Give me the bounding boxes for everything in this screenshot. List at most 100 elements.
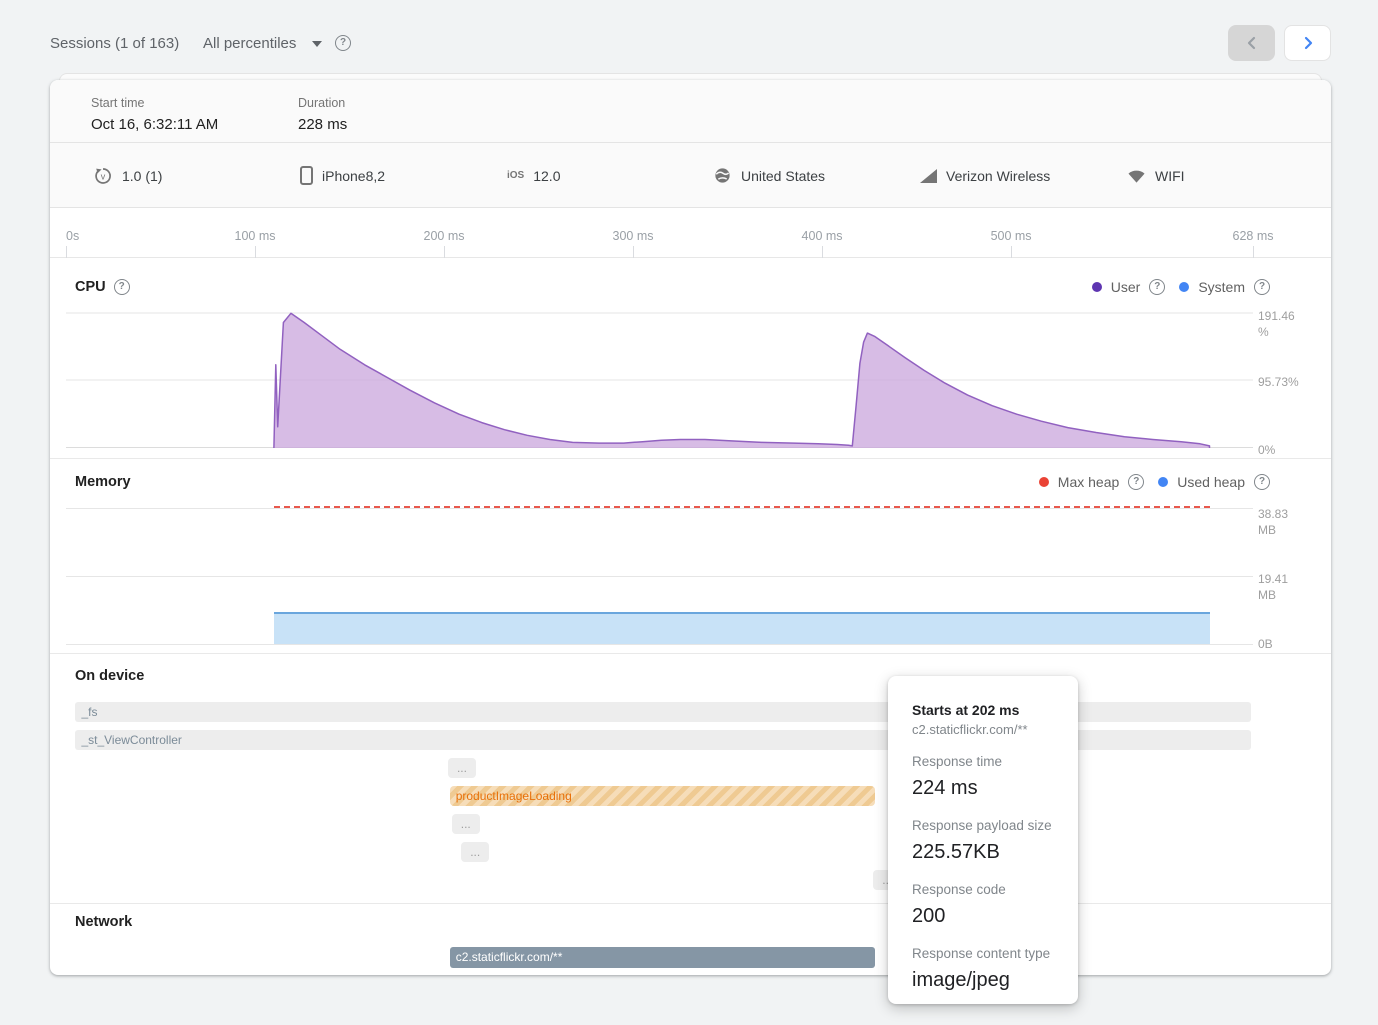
legend-used-heap: Used heap ? xyxy=(1158,474,1270,490)
carrier-icon xyxy=(920,169,937,183)
timeline-tick-mark xyxy=(66,246,67,258)
user-legend-label: User xyxy=(1111,279,1141,295)
trace-lane-row: _st_ViewController xyxy=(50,730,1331,750)
timeline-tick-label: 400 ms xyxy=(802,229,843,243)
max-heap-help-icon[interactable]: ? xyxy=(1128,474,1144,490)
help-icon[interactable]: ? xyxy=(335,35,351,51)
app-version-icon: v xyxy=(93,166,113,186)
os-version-label: 12.0 xyxy=(533,168,560,184)
trace-lane-row: productImageLoading xyxy=(50,786,1331,806)
legend-user: User ? xyxy=(1092,279,1166,295)
network-lane: c2.staticflickr.com/** xyxy=(50,947,1331,968)
collapsed-trace-chip[interactable]: ... xyxy=(448,758,476,778)
radio-icon xyxy=(1127,167,1146,184)
memory-axis-max-label: 38.83 MB xyxy=(1258,506,1288,538)
os-version-item: iOS 12.0 xyxy=(507,143,560,208)
trace-lane-row: ... xyxy=(50,814,1331,834)
system-help-icon[interactable]: ? xyxy=(1254,279,1270,295)
collapsed-trace-chip[interactable]: ... xyxy=(461,842,489,862)
cpu-axis-zero-label: 0% xyxy=(1258,442,1275,458)
duration-value: 228 ms xyxy=(298,116,347,133)
response-time-value: 224 ms xyxy=(912,775,1058,801)
carrier-item: Verizon Wireless xyxy=(920,143,1050,208)
country-item: United States xyxy=(713,143,825,208)
system-legend-dot xyxy=(1179,282,1189,292)
radio-label: WIFI xyxy=(1155,168,1185,184)
chevron-left-icon xyxy=(1245,36,1259,50)
country-label: United States xyxy=(741,168,825,184)
network-section: Network c2.staticflickr.com/** xyxy=(50,903,1331,975)
max-heap-line[interactable] xyxy=(274,506,1210,508)
response-code-value: 200 xyxy=(912,903,1058,929)
cpu-help-icon[interactable]: ? xyxy=(114,279,130,295)
legend-system: System ? xyxy=(1179,279,1270,295)
start-time-label: Start time xyxy=(91,96,218,110)
timeline-tick-label: 500 ms xyxy=(991,229,1032,243)
app-version-item: v 1.0 (1) xyxy=(93,143,162,208)
percentiles-label: All percentiles xyxy=(203,35,296,52)
timeline-tick-mark xyxy=(1253,246,1254,258)
timeline-tick-label: 628 ms xyxy=(1233,229,1274,243)
svg-text:v: v xyxy=(101,171,106,181)
os-version-icon: iOS xyxy=(507,170,524,181)
start-time-value: Oct 16, 6:32:11 AM xyxy=(91,116,218,133)
timeline-tick-label: 300 ms xyxy=(613,229,654,243)
chevron-right-icon xyxy=(1301,36,1315,50)
legend-max-heap: Max heap ? xyxy=(1039,474,1144,490)
next-session-button[interactable] xyxy=(1284,25,1331,61)
device-attributes-row: v 1.0 (1) iPhone8,2 iOS 12.0 United Stat… xyxy=(50,143,1331,208)
previous-session-button[interactable] xyxy=(1228,25,1275,61)
memory-gridline-zero xyxy=(66,644,1253,645)
max-heap-legend-dot xyxy=(1039,477,1049,487)
memory-axis-zero-label: 0B xyxy=(1258,636,1273,652)
percentiles-dropdown[interactable]: All percentiles xyxy=(203,35,322,52)
on-device-lanes: _fs_st_ViewController...productImageLoad… xyxy=(50,702,1331,898)
device-model-icon xyxy=(300,166,313,185)
tooltip-url: c2.staticflickr.com/** xyxy=(912,722,1058,737)
cpu-title-text: CPU xyxy=(75,279,106,295)
trace-bar[interactable]: productImageLoading xyxy=(450,786,875,806)
max-heap-legend-label: Max heap xyxy=(1058,474,1119,490)
radio-item: WIFI xyxy=(1127,143,1185,208)
timeline-tick-label: 200 ms xyxy=(424,229,465,243)
user-help-icon[interactable]: ? xyxy=(1149,279,1165,295)
cpu-section: CPU ? User ? System ? 191.46 % 95.73% 0% xyxy=(50,258,1331,458)
request-tooltip: Starts at 202 ms c2.staticflickr.com/** … xyxy=(888,676,1078,1004)
used-heap-legend-dot xyxy=(1158,477,1168,487)
user-legend-dot xyxy=(1092,282,1102,292)
cpu-axis-max-label: 191.46 % xyxy=(1258,308,1295,340)
cpu-section-title: CPU ? xyxy=(75,279,130,295)
memory-legend: Max heap ? Used heap ? xyxy=(1039,474,1270,490)
timeline-tick-mark xyxy=(822,246,823,258)
response-time-label: Response time xyxy=(912,753,1058,771)
used-heap-help-icon[interactable]: ? xyxy=(1254,474,1270,490)
response-code-label: Response code xyxy=(912,881,1058,899)
collapsed-trace-chip[interactable]: ... xyxy=(452,814,480,834)
session-header: Start time Oct 16, 6:32:11 AM Duration 2… xyxy=(50,80,1331,143)
trace-lane-row: ... xyxy=(50,842,1331,862)
timeline-tick-mark xyxy=(444,246,445,258)
used-heap-area[interactable] xyxy=(274,612,1210,644)
network-section-title: Network xyxy=(75,914,132,930)
cpu-chart[interactable] xyxy=(66,305,1253,448)
memory-section: Memory Max heap ? Used heap ? 38.83 MB 1… xyxy=(50,458,1331,653)
memory-axis-mid-label: 19.41 MB xyxy=(1258,571,1288,603)
sessions-count-label: Sessions (1 of 163) xyxy=(50,35,179,52)
timeline-tick-mark xyxy=(1011,246,1012,258)
app-version-label: 1.0 (1) xyxy=(122,168,162,184)
toolbar: Sessions (1 of 163) All percentiles ? xyxy=(0,0,1378,70)
network-request-bar[interactable]: c2.staticflickr.com/** xyxy=(450,947,875,968)
used-heap-legend-label: Used heap xyxy=(1177,474,1245,490)
trace-lane-row: ... xyxy=(50,870,1331,890)
memory-gridline-max xyxy=(66,508,1253,509)
carrier-label: Verizon Wireless xyxy=(946,168,1050,184)
response-payload-label: Response payload size xyxy=(912,817,1058,835)
cpu-legend: User ? System ? xyxy=(1092,279,1270,295)
timeline-tick-mark xyxy=(633,246,634,258)
timeline-tick-mark xyxy=(255,246,256,258)
chevron-down-icon xyxy=(312,41,322,47)
timeline-tick-label: 0s xyxy=(66,229,79,243)
device-model-item: iPhone8,2 xyxy=(300,143,385,208)
session-card: Start time Oct 16, 6:32:11 AM Duration 2… xyxy=(50,80,1331,975)
timeline-tick-label: 100 ms xyxy=(235,229,276,243)
